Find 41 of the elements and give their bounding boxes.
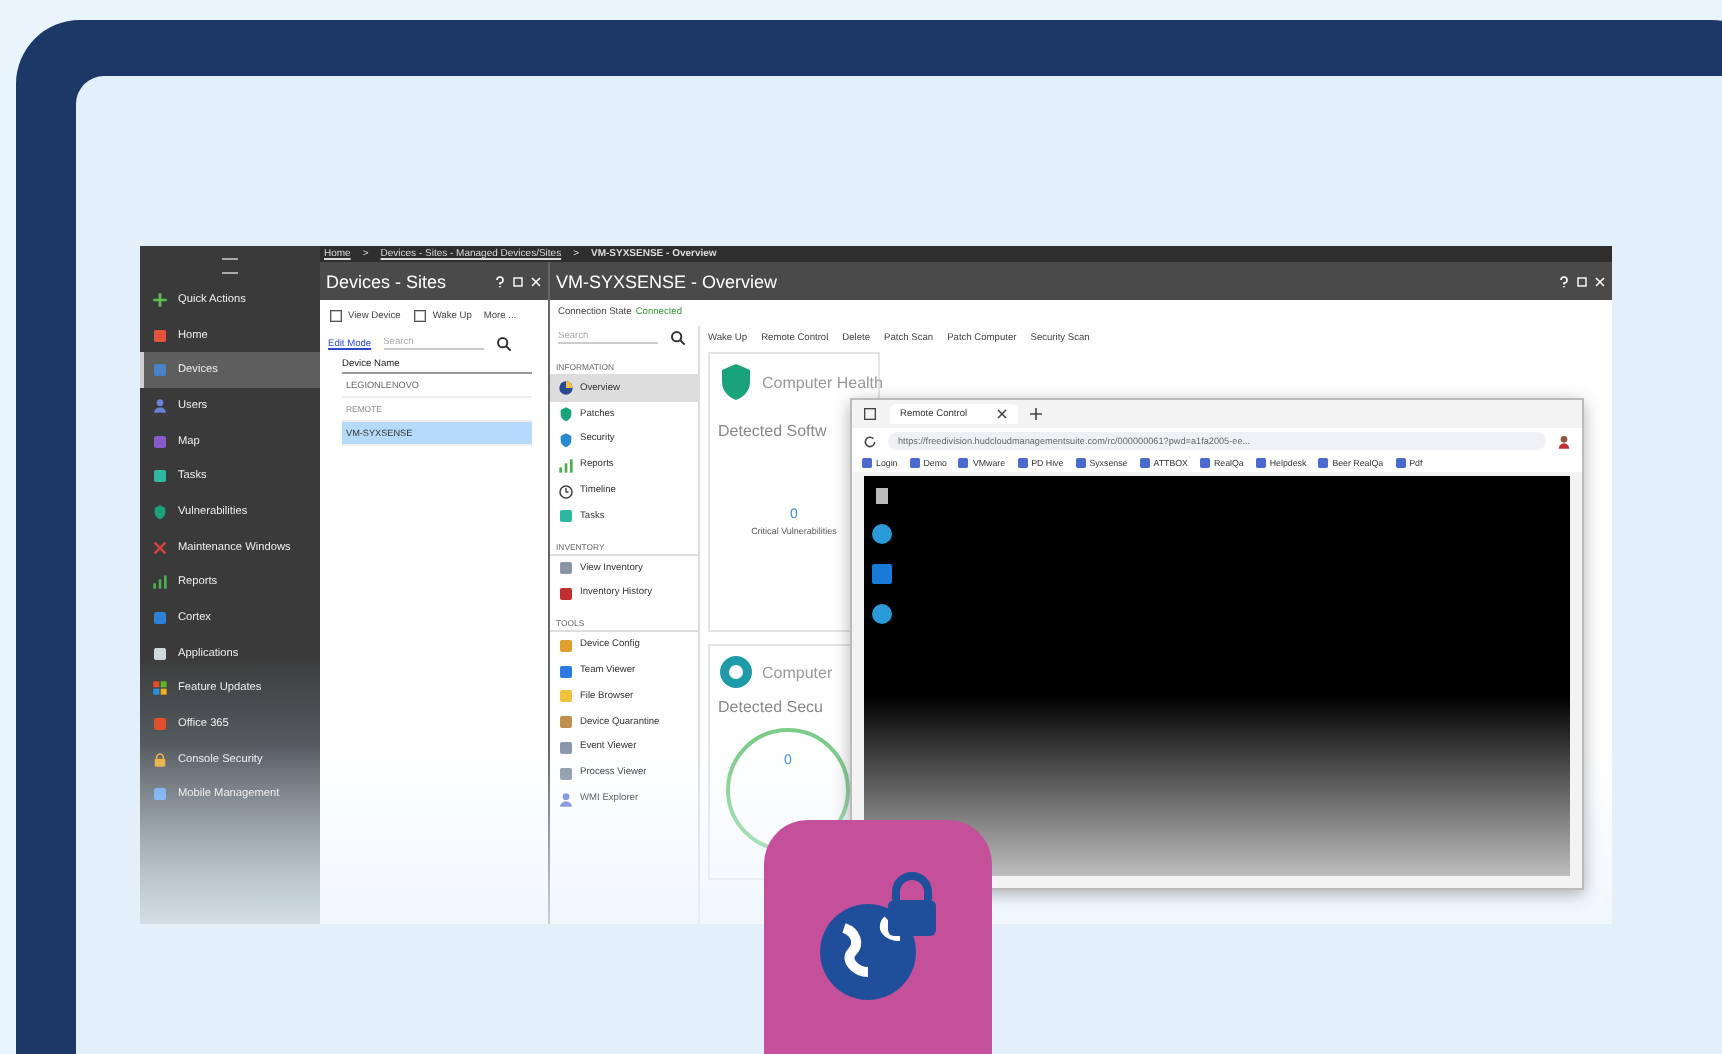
card-title: Computer Health <box>762 373 883 391</box>
bookmark-icon <box>1199 458 1210 468</box>
user-icon <box>558 791 574 808</box>
shield-icon <box>152 503 168 520</box>
card-title: Computer <box>762 663 833 681</box>
plus-icon[interactable] <box>1029 408 1042 420</box>
windows-icon <box>152 680 168 697</box>
bookmark-icon <box>1395 458 1406 468</box>
bookmark-icon <box>862 458 872 468</box>
panel-title: VM-SYXSENSE - Overview <box>556 271 778 291</box>
plus-icon <box>152 291 168 308</box>
bookmark-icon <box>1139 458 1150 468</box>
shield2-icon <box>558 431 574 448</box>
bookmark-icon <box>1318 458 1329 468</box>
bookmark-icon <box>1017 458 1028 468</box>
bookmark-icon <box>958 458 969 468</box>
bookmark-icon <box>1075 458 1086 468</box>
pie-icon <box>558 380 574 397</box>
tab-icon[interactable] <box>862 406 878 422</box>
maximize-icon[interactable] <box>512 275 524 287</box>
shield-icon <box>718 362 754 402</box>
maximize-icon[interactable] <box>1576 275 1588 287</box>
chart-icon <box>558 457 574 474</box>
panel-title: Devices - Sites <box>326 271 447 291</box>
bookmark-icon <box>1255 458 1266 468</box>
user-icon <box>152 397 168 414</box>
chart-icon <box>152 574 168 591</box>
search-icon[interactable] <box>670 330 686 346</box>
menu-icon[interactable] <box>222 258 238 274</box>
card-subtitle: Detected Secu <box>718 698 825 716</box>
clock-icon <box>558 483 574 500</box>
cross-icon <box>152 539 168 556</box>
help-icon[interactable] <box>494 275 506 287</box>
close-icon[interactable] <box>995 408 1008 420</box>
avatar-icon[interactable] <box>1556 433 1572 449</box>
bookmark-icon <box>909 458 920 468</box>
help-icon[interactable] <box>1558 275 1570 287</box>
reload-icon[interactable] <box>862 433 878 449</box>
card-subtitle: Detected Softw <box>718 422 829 440</box>
shield-icon <box>558 406 574 423</box>
search-icon[interactable] <box>495 336 512 352</box>
